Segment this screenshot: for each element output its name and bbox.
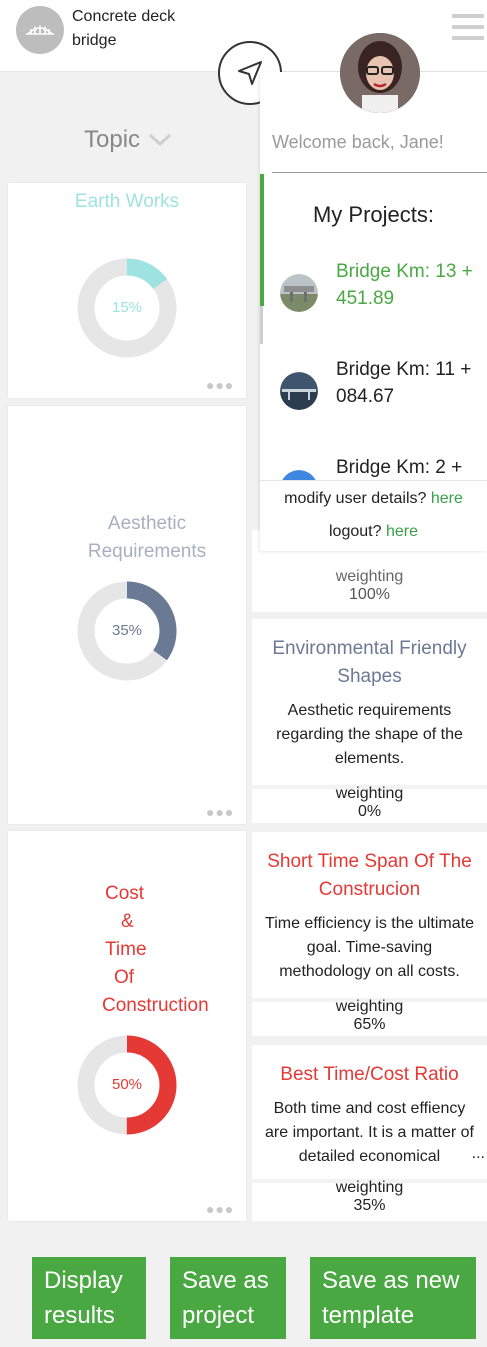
topic-name-line: Time <box>105 939 147 960</box>
topic-name-line: Construction <box>102 995 209 1016</box>
criterion-card-best-ratio[interactable]: Best Time/Cost Ratio Both time and cost … <box>252 1045 487 1221</box>
weighting-value: 100% <box>349 586 390 603</box>
welcome-text: Welcome back, Jane! <box>272 132 444 152</box>
project-thumbnail <box>282 470 316 480</box>
divider <box>272 172 487 173</box>
criterion-title: Best Time/Cost Ratio <box>280 1064 459 1085</box>
weighting-label: weighting <box>335 785 404 802</box>
criterion-description-wrap: Both time and cost effiency are importan… <box>252 1097 487 1169</box>
logout-row: logout? here <box>260 515 487 548</box>
user-dropdown-panel: Welcome back, Jane! My Projects: Bridge … <box>260 72 487 551</box>
project-thumbnail <box>280 372 318 410</box>
topic-name-line: Cost <box>105 883 145 904</box>
weighting-label: weighting <box>335 1179 404 1196</box>
topic-name: Cost & Time Of Construction <box>8 880 246 1020</box>
logout-text: logout? <box>329 523 382 540</box>
topic-name: Aesthetic Requirements <box>87 513 207 562</box>
more-options-icon[interactable]: ●●● <box>206 377 234 393</box>
display-results-button[interactable]: Display results <box>32 1257 146 1339</box>
project-list-item[interactable]: Bridge Km: 13 + 451.89 <box>260 254 487 352</box>
user-photo-image <box>340 33 420 113</box>
weighting-label: weighting <box>335 568 404 585</box>
topic-card-cost-time[interactable]: Cost & Time Of Construction 50% ●●● <box>8 831 246 1221</box>
topic-card-aesthetic[interactable]: Aesthetic Requirements 35% ●●● <box>8 406 246 824</box>
chevron-down-icon <box>149 133 172 147</box>
percent-label: 35% <box>111 622 143 639</box>
weighting-value: 0% <box>357 803 382 820</box>
modify-user-link[interactable]: here <box>431 490 463 507</box>
topic-card-earth-works[interactable]: Earth Works 15% ●●● <box>8 183 246 398</box>
hamburger-icon[interactable] <box>452 14 484 42</box>
criterion-description: Time efficiency is the ultimate goal. Ti… <box>265 915 474 980</box>
criterion-title: Environmental Friendly Shapes <box>272 638 467 687</box>
topic-selector[interactable]: Topic <box>84 126 172 154</box>
criterion-description: Aesthetic requirements regarding the sha… <box>276 702 463 767</box>
modify-user-text: modify user details? <box>284 490 427 507</box>
criterion-description: Both time and cost effiency are importan… <box>265 1100 474 1165</box>
save-as-new-template-button[interactable]: Save as new template <box>310 1257 476 1339</box>
topic-name: Earth Works <box>74 191 180 212</box>
logout-link[interactable]: here <box>386 523 418 540</box>
save-as-project-button[interactable]: Save as project <box>170 1257 286 1339</box>
criterion-title: Short Time Span Of The Construcion <box>267 851 472 900</box>
project-list-item[interactable]: Bridge Km: 11 + 084.67 <box>260 352 487 450</box>
project-name: Bridge Km: 13 + 451.89 <box>336 261 473 309</box>
topic-name-line: & <box>121 911 134 932</box>
project-list-item[interactable]: Bridge Km: 2 + <box>260 450 487 480</box>
project-name: Bridge Km: 2 + <box>336 457 463 478</box>
modify-user-row: modify user details? here <box>260 482 487 515</box>
percent-label: 50% <box>111 1076 143 1093</box>
criterion-card-short-time[interactable]: Short Time Span Of The Construcion Time … <box>252 832 487 1036</box>
weighting-value: 35% <box>353 1197 386 1214</box>
weighting-value: 65% <box>353 1016 386 1033</box>
more-options-icon[interactable]: ●●● <box>206 1201 234 1217</box>
bridge-icon <box>26 25 54 35</box>
project-avatar[interactable] <box>16 6 64 54</box>
more-options-icon[interactable]: ●●● <box>206 804 234 820</box>
project-thumbnail <box>280 274 318 312</box>
my-projects-heading: My Projects: <box>312 202 435 227</box>
panel-footer: modify user details? here logout? here <box>260 480 487 551</box>
topic-label: Topic <box>84 126 141 153</box>
user-avatar[interactable] <box>340 33 420 113</box>
percent-label: 15% <box>111 299 143 316</box>
project-name: Bridge Km: 11 + 084.67 <box>336 359 472 407</box>
project-title: Concrete deck bridge <box>72 8 176 49</box>
criterion-card-environmental[interactable]: Environmental Friendly Shapes Aesthetic … <box>252 619 487 823</box>
ellipsis: ... <box>471 1145 485 1162</box>
project-list: Bridge Km: 13 + 451.89 Bridge Km: 11 + 0… <box>260 242 487 480</box>
weighting-label: weighting <box>335 998 404 1015</box>
topic-name-line: Of <box>114 967 135 988</box>
